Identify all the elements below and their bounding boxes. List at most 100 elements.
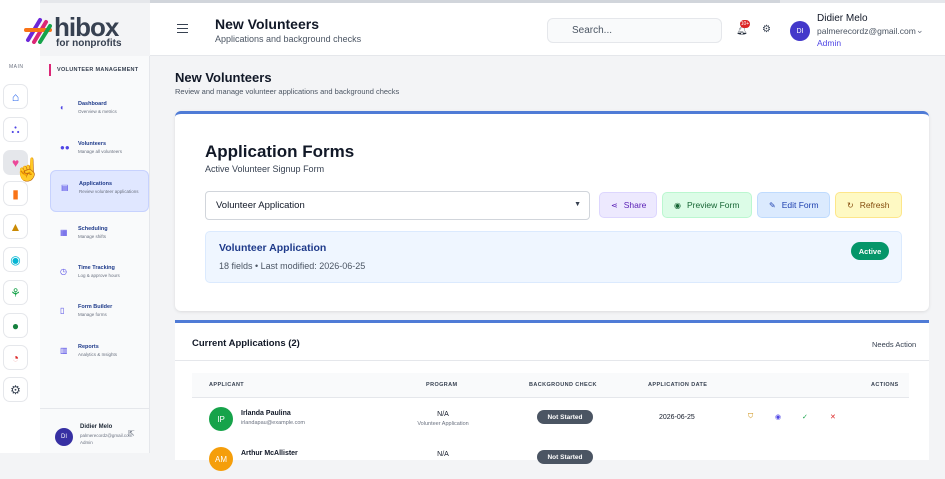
profile-name: Didier Melo [80,424,113,430]
application-forms-card: Application Forms Active Volunteer Signu… [175,111,929,311]
user-role: Admin [817,38,842,48]
brand-logo[interactable]: hibox for nonprofits [24,14,124,49]
external-link-icon[interactable]: ⇱ [128,429,135,438]
calendar-icon: ▦ [60,228,68,237]
form-select-value: Volunteer Application [216,200,305,211]
rail-item-home[interactable]: ⌂ [3,84,28,109]
users-icon: ●● [60,143,70,152]
program-name: N/A [437,451,449,458]
status-badge: Active [851,242,889,260]
header-title: New Volunteers [215,16,319,32]
edit-form-button[interactable]: ✎ Edit Form [757,192,830,218]
rail-item-pie-chart[interactable]: ◔ [3,345,28,370]
menu-item-desc: Log & approve hours [78,273,120,278]
volunteer-menu: VOLUNTEER MANAGEMENT ◐ Dashboard Overview … [40,56,150,453]
view-eye-icon[interactable]: ◉ [775,413,781,421]
sidebar-profile[interactable]: DI Didier Melo palmerecordz@gmail.com Ad… [40,408,150,453]
column-header: ACTIONS [871,382,899,388]
brand-tagline: for nonprofits [56,38,122,49]
rail-item-target[interactable]: ◉ [3,247,28,272]
sidebar-item-applications[interactable]: ▤ Applications Review volunteer applicatio… [50,170,149,212]
mouse-cursor-icon: ☝ [14,157,42,182]
sidebar-item-time-tracking[interactable]: ◷ Time Tracking Log & approve hours [50,255,149,297]
table-row[interactable]: IP Irlanda Paulina irlandapau@example.co… [192,399,909,439]
user-email: palmerecordz@gmail.com [817,26,916,36]
sidebar-item-form-builder[interactable]: ▯ Form Builder Manage forms [50,294,149,336]
form-info-meta: 18 fields • Last modified: 2026-06-25 [219,261,366,271]
reject-x-icon[interactable]: ✕ [830,413,836,421]
applicant-name: Arthur McAllister [241,450,298,457]
rail-item-graduation[interactable]: ▲ [3,214,28,239]
top-header: New Volunteers Applications and backgrou… [150,3,945,56]
background-check-status: Not Started [537,410,593,424]
menu-item-desc: Manage forms [78,312,107,317]
clock-icon: ◷ [60,267,67,276]
forms-title: Application Forms [205,142,355,161]
rail-item-book[interactable]: ▮ [3,181,28,206]
table-row[interactable]: AM Arthur McAllister N/A Not Started [192,439,909,479]
applications-title: Current Applications (2) [192,338,300,349]
menu-item-label: Time Tracking [78,265,115,271]
clipboard-icon: ▤ [61,183,69,192]
application-date: 2026-06-25 [659,414,695,421]
menu-item-label: Form Builder [78,304,113,310]
approve-check-icon[interactable]: ✓ [802,413,808,421]
column-header: APPLICATION DATE [648,382,708,388]
eye-icon: ◉ [674,200,681,210]
divider [175,360,929,361]
menu-item-desc: Manage all volunteers [78,149,123,154]
settings-icon: ⚙ [10,382,21,397]
user-name: Didier Melo [817,13,868,24]
background-check-status: Not Started [537,450,593,464]
rail-item-users[interactable]: ● [3,313,28,338]
menu-item-desc: Review volunteer applications [79,189,139,194]
search-input[interactable]: Search... [547,18,722,43]
avatar: DI [55,428,73,446]
refresh-button[interactable]: ↻ Refresh [835,192,902,218]
column-header: APPLICANT [209,382,245,388]
needs-action-filter[interactable]: Needs Action [872,340,916,349]
menu-heading: VOLUNTEER MANAGEMENT [49,64,138,76]
rail-item-network[interactable]: ⚘ [3,280,28,305]
menu-item-label: Reports [78,344,99,350]
preview-label: Preview Form [686,200,740,210]
form-icon: ▯ [60,306,65,315]
graduation-icon: ▲ [9,219,22,234]
network-icon: ⚘ [10,285,21,300]
hamburger-menu-icon[interactable] [177,24,188,33]
rail-section-label: MAIN [9,64,24,70]
menu-item-label: Applications [79,181,113,187]
share-button[interactable]: ⋖ Share [599,192,657,218]
share-label: Share [623,200,647,210]
program-form: Volunteer Application [417,421,469,427]
form-info-title: Volunteer Application [219,242,327,254]
shield-icon[interactable]: ⛉ [748,413,753,421]
logo-mark-icon [24,18,52,44]
edit-icon: ✎ [769,200,776,210]
table-header: APPLICANT PROGRAM BACKGROUND CHECK APPLI… [192,373,909,398]
user-avatar[interactable]: DI [790,21,810,41]
column-header: PROGRAM [426,382,458,388]
pie-chart-icon: ◔ [11,350,20,365]
target-icon: ◉ [10,252,21,267]
form-select[interactable]: Volunteer Application ▼ [205,191,590,220]
program-name: N/A [437,411,449,418]
sidebar-item-volunteers[interactable]: ●● Volunteers Manage all volunteers [50,131,149,173]
gear-icon[interactable]: ⚙ [762,24,771,35]
sidebar-item-dashboard[interactable]: ◐ Dashboard Overview & metrics [50,91,149,133]
edit-label: Edit Form [781,200,819,210]
preview-form-button[interactable]: ◉ Preview Form [662,192,752,218]
rail-item-org-chart[interactable]: ⛬ [3,117,28,142]
chevron-down-icon[interactable]: ⌄ [916,25,924,36]
notification-badge: 10+ [740,20,750,28]
column-header: BACKGROUND CHECK [529,382,597,388]
menu-item-desc: Manage shifts [78,234,107,239]
sidebar-item-scheduling[interactable]: ▦ Scheduling Manage shifts [50,216,149,258]
rail-item-settings[interactable]: ⚙ [3,377,28,402]
page-title: New Volunteers [175,70,272,85]
sidebar-item-reports[interactable]: ▥ Reports Analytics & Insights [50,334,149,376]
header-subtitle: Applications and background checks [215,34,362,44]
refresh-label: Refresh [859,200,890,210]
menu-item-label: Scheduling [78,226,108,232]
menu-item-desc: Overview & metrics [78,109,117,114]
